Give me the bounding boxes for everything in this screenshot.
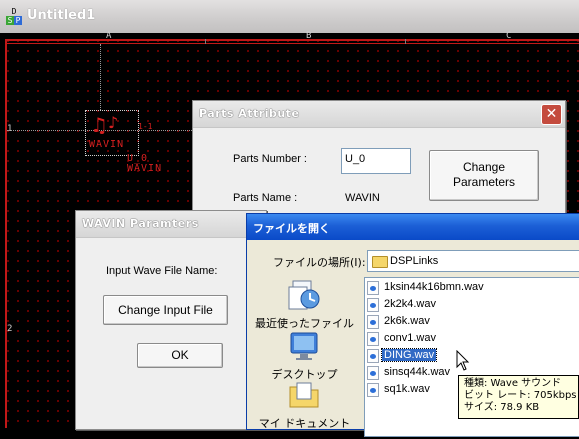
tooltip-type: 種類: Wave サウンド <box>464 378 562 389</box>
alignment-guide-vertical <box>100 44 101 110</box>
change-parameters-button[interactable]: Change Parameters <box>429 150 539 201</box>
folder-icon <box>372 256 388 268</box>
music-note-icon: ♪ <box>108 113 119 132</box>
main-titlebar[interactable]: D SP Untitled1 <box>0 0 579 33</box>
wavin-part-symbol[interactable]: ♫ ♪ WAVIN <box>85 110 139 156</box>
wave-file-icon <box>367 315 379 329</box>
input-wave-file-label: Input Wave File Name: <box>106 265 218 277</box>
dialog-title: ファイルを開く <box>253 222 330 235</box>
desktop-icon <box>290 332 318 360</box>
file-item[interactable]: conv1.wav <box>367 331 577 348</box>
column-label-c: C <box>506 31 512 41</box>
window-title: Untitled1 <box>27 8 96 23</box>
tooltip-size: サイズ: 78.9 KB <box>464 402 540 413</box>
column-divider <box>205 39 206 44</box>
music-note-icon: ♫ <box>90 113 108 137</box>
wave-file-icon <box>367 349 379 363</box>
wave-file-icon <box>367 383 379 397</box>
file-item-selected[interactable]: DING.wav <box>367 348 577 365</box>
file-item[interactable]: 2k2k4.wav <box>367 297 577 314</box>
parts-attribute-dialog: Parts Attribute ✕ Parts Number : U_0 Par… <box>192 100 566 222</box>
sheet-border-top <box>5 39 579 41</box>
ok-button[interactable]: OK <box>137 343 223 368</box>
file-dialog-titlebar[interactable]: ファイルを開く <box>247 214 579 240</box>
wave-file-icon <box>367 366 379 380</box>
change-input-file-button[interactable]: Change Input File <box>103 295 228 325</box>
column-divider <box>405 39 406 44</box>
row-label-1: 1 <box>7 124 13 134</box>
current-folder: DSPLinks <box>390 255 439 267</box>
part-type-label: WAVIN <box>89 139 125 150</box>
sheet-border-inner <box>5 43 579 44</box>
app-icon: D SP <box>6 7 22 25</box>
places-bar: 最近使ったファイル デスクトップ マイ ドキュメント <box>247 279 362 439</box>
dialog-title: WAVIN Paramters <box>82 217 199 230</box>
part-instance-name: WAVIN <box>127 163 163 174</box>
parts-number-label: Parts Number : <box>233 153 307 165</box>
my-documents-icon <box>289 382 319 408</box>
mouse-pointer-icon <box>456 350 470 371</box>
row-label-2: 2 <box>7 324 13 334</box>
parts-name-label: Parts Name : <box>233 192 298 204</box>
parts-name-value: WAVIN <box>345 192 380 204</box>
parts-number-field[interactable]: U_0 <box>341 148 411 174</box>
file-item[interactable]: 2k6k.wav <box>367 314 577 331</box>
sheet-border-left <box>5 39 7 428</box>
wave-file-icon <box>367 281 379 295</box>
wavin-parameters-titlebar[interactable]: WAVIN Paramters <box>76 211 266 238</box>
look-in-dropdown[interactable]: DSPLinks <box>367 250 579 272</box>
tooltip-bitrate: ビット レート: 705kbps <box>464 390 577 401</box>
wave-file-icon <box>367 298 379 312</box>
close-button[interactable]: ✕ <box>541 104 562 125</box>
column-label-a: A <box>106 31 112 41</box>
file-info-tooltip: 種類: Wave サウンド ビット レート: 705kbps サイズ: 78.9… <box>458 375 579 419</box>
part-pin-label: 1-1 <box>138 122 153 131</box>
recent-documents-icon <box>288 280 320 310</box>
wavin-parameters-dialog: WAVIN Paramters Input Wave File Name: Ch… <box>75 210 267 430</box>
column-label-b: B <box>306 31 312 41</box>
look-in-label: ファイルの場所(I): <box>273 256 366 269</box>
file-item[interactable]: 1ksin44k16bmn.wav <box>367 280 577 297</box>
wave-file-icon <box>367 332 379 346</box>
close-icon: ✕ <box>545 106 558 122</box>
dialog-title: Parts Attribute <box>199 107 300 120</box>
parts-attribute-titlebar[interactable]: Parts Attribute ✕ <box>193 101 565 128</box>
